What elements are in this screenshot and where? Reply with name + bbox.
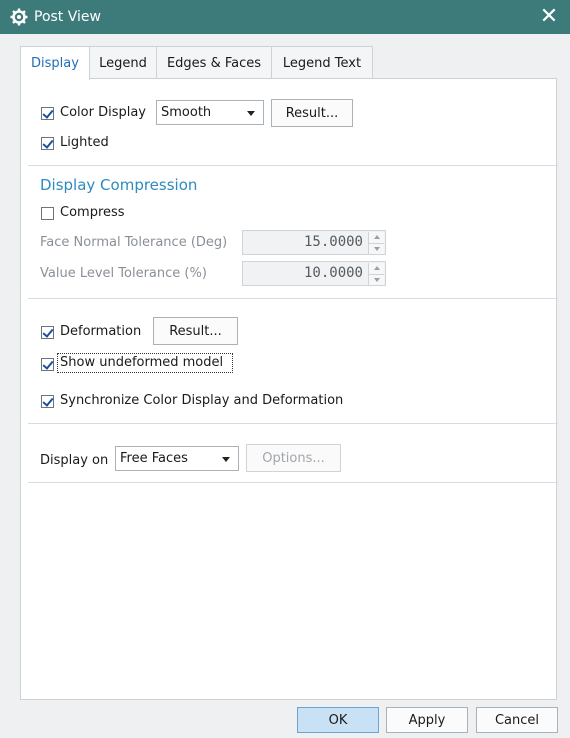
face-normal-tolerance-field[interactable]: 15.0000 bbox=[242, 230, 386, 255]
value-level-tolerance-label: Value Level Tolerance (%) bbox=[40, 266, 207, 281]
title-bar: Post View ✕ bbox=[0, 0, 570, 34]
tab-legend-text[interactable]: Legend Text bbox=[271, 46, 373, 79]
face-normal-tolerance-value: 15.0000 bbox=[303, 234, 363, 250]
spin-down-icon[interactable] bbox=[368, 243, 384, 254]
color-display-checkbox[interactable] bbox=[41, 107, 54, 120]
color-display-mode-select[interactable]: Smooth bbox=[156, 100, 264, 125]
color-display-label: Color Display bbox=[60, 105, 146, 120]
color-display-mode-value: Smooth bbox=[161, 105, 212, 120]
lighted-checkbox[interactable] bbox=[41, 137, 54, 150]
show-undeformed-label: Show undeformed model bbox=[60, 355, 224, 370]
gear-icon bbox=[10, 8, 28, 26]
tab-legend[interactable]: Legend bbox=[89, 46, 157, 79]
face-normal-tolerance-label: Face Normal Tolerance (Deg) bbox=[40, 235, 228, 250]
chevron-down-icon bbox=[247, 111, 255, 116]
section-divider bbox=[28, 482, 558, 483]
close-icon[interactable]: ✕ bbox=[536, 4, 562, 30]
show-undeformed-checkbox[interactable] bbox=[41, 358, 54, 371]
tab-edges-faces[interactable]: Edges & Faces bbox=[156, 46, 272, 79]
display-on-select[interactable]: Free Faces bbox=[115, 446, 239, 471]
compress-checkbox[interactable] bbox=[41, 207, 54, 220]
deformation-checkbox[interactable] bbox=[41, 326, 54, 339]
options-button[interactable]: Options... bbox=[246, 444, 341, 472]
section-divider bbox=[28, 423, 558, 424]
ok-button[interactable]: OK bbox=[297, 707, 379, 733]
synchronize-label: Synchronize Color Display and Deformatio… bbox=[60, 393, 344, 408]
value-level-tolerance-field[interactable]: 10.0000 bbox=[242, 261, 386, 286]
apply-button[interactable]: Apply bbox=[386, 707, 468, 733]
tab-panel-display bbox=[20, 78, 557, 700]
compress-label: Compress bbox=[60, 205, 125, 220]
deformation-result-button[interactable]: Result... bbox=[153, 317, 238, 345]
section-divider bbox=[28, 165, 558, 166]
lighted-label: Lighted bbox=[60, 135, 109, 150]
chevron-down-icon bbox=[222, 457, 230, 462]
tab-display[interactable]: Display bbox=[20, 46, 90, 80]
window-title: Post View bbox=[34, 9, 101, 25]
spin-up-icon[interactable] bbox=[368, 232, 384, 243]
display-compression-heading: Display Compression bbox=[40, 176, 198, 194]
spin-down-icon[interactable] bbox=[368, 274, 384, 285]
synchronize-checkbox[interactable] bbox=[41, 395, 54, 408]
display-on-value: Free Faces bbox=[120, 451, 188, 466]
display-on-label: Display on bbox=[40, 453, 109, 468]
cancel-button[interactable]: Cancel bbox=[476, 707, 558, 733]
section-divider bbox=[28, 298, 558, 299]
spin-up-icon[interactable] bbox=[368, 263, 384, 274]
color-display-result-button[interactable]: Result... bbox=[271, 99, 353, 127]
deformation-label: Deformation bbox=[60, 324, 142, 339]
value-level-tolerance-value: 10.0000 bbox=[303, 265, 363, 281]
